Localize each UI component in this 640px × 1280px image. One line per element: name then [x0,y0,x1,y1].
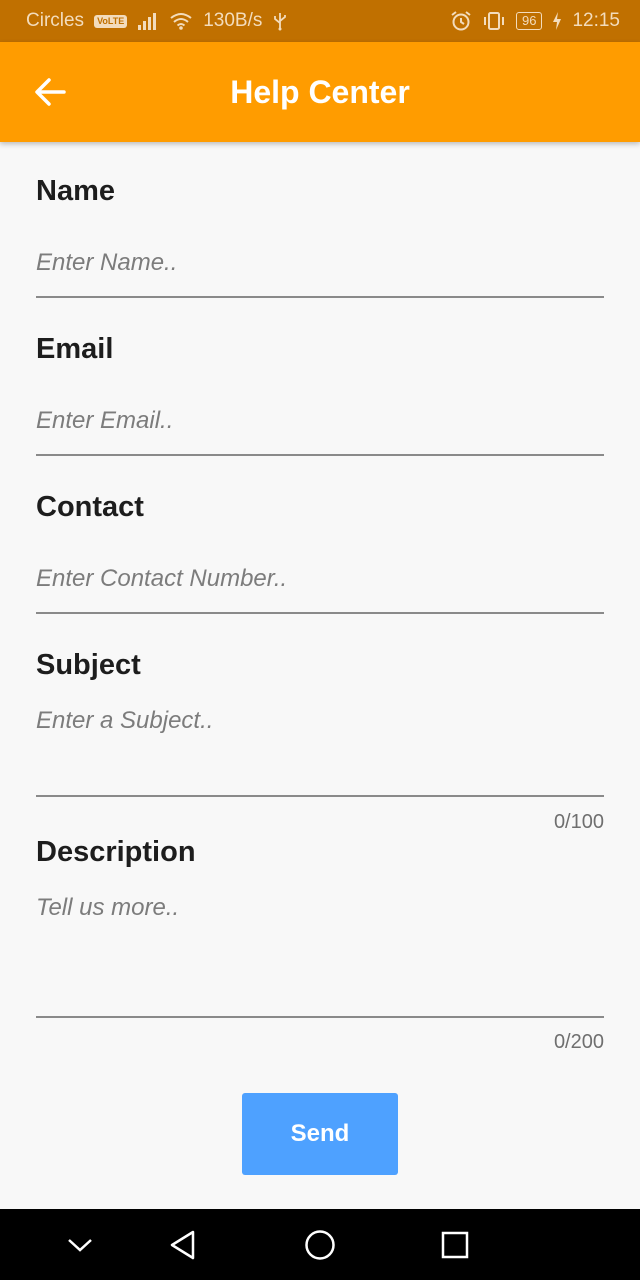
system-nav-bar [0,1209,640,1280]
subject-input[interactable] [36,707,604,797]
name-label: Name [36,175,115,207]
charging-icon [552,12,562,30]
recents-square-icon[interactable] [437,1227,473,1263]
description-char-counter: 0/200 [553,1031,604,1053]
email-input[interactable] [36,388,604,456]
signal-icon [137,12,159,30]
send-button[interactable]: Send [242,1093,398,1175]
description-input[interactable] [36,894,604,1018]
subject-char-counter: 0/100 [553,811,604,833]
contact-input[interactable] [36,546,604,614]
back-button[interactable] [28,72,72,116]
home-circle-icon[interactable] [302,1227,338,1263]
app-bar: Help Center [0,42,640,142]
wifi-icon [169,12,193,30]
back-triangle-icon[interactable] [165,1227,201,1263]
subject-label: Subject [36,649,141,681]
chevron-down-icon[interactable] [62,1227,98,1263]
volte-badge: VoLTE [94,14,128,28]
vibrate-icon [482,11,506,31]
description-label: Description [36,836,196,868]
status-right: 96 12:15 [450,10,620,32]
alarm-icon [450,10,472,32]
name-input[interactable] [36,230,604,298]
network-speed: 130B/s [203,10,263,31]
arrow-left-icon [34,77,66,111]
status-left: Circles VoLTE 130B/s [26,10,288,32]
status-bar: Circles VoLTE 130B/s 96 12:15 [0,0,640,42]
page-title: Help Center [230,73,410,110]
usb-icon [272,11,288,31]
email-label: Email [36,333,114,365]
battery-level: 96 [515,12,543,30]
carrier-name: Circles [26,10,85,31]
clock-time: 12:15 [572,10,620,31]
contact-label: Contact [36,491,144,523]
